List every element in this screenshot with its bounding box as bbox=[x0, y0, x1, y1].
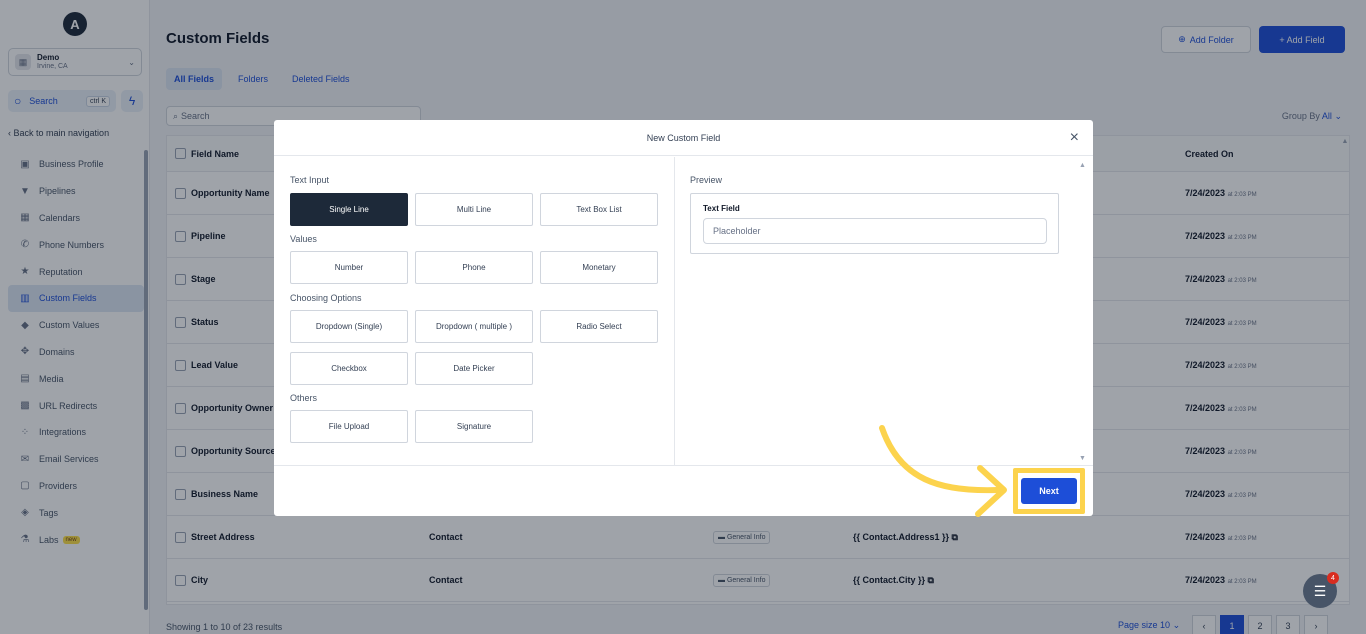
option-radio-select[interactable]: Radio Select bbox=[540, 310, 658, 343]
preview-text-input: Placeholder bbox=[703, 218, 1047, 244]
option-file-upload[interactable]: File Upload bbox=[290, 410, 408, 443]
section-choosing-options: Choosing Options bbox=[290, 293, 362, 303]
preview-box: Text Field Placeholder bbox=[690, 193, 1059, 254]
modal-scrollbar[interactable]: ▲ ▼ bbox=[1079, 160, 1087, 462]
next-button[interactable]: Next bbox=[1021, 478, 1077, 504]
field-type-picker: Text Input Single Line Multi Line Text B… bbox=[274, 157, 674, 465]
section-values: Values bbox=[290, 234, 317, 244]
tutorial-arrow-icon bbox=[879, 425, 1007, 517]
chat-icon: ☰ bbox=[1313, 582, 1327, 599]
option-multi-line[interactable]: Multi Line bbox=[415, 193, 533, 226]
section-text-input: Text Input bbox=[290, 175, 330, 185]
option-text-box-list[interactable]: Text Box List bbox=[540, 193, 658, 226]
scroll-up-icon[interactable]: ▲ bbox=[1079, 162, 1086, 169]
modal-title: New Custom Field bbox=[646, 132, 721, 143]
preview-label: Preview bbox=[690, 175, 723, 185]
section-others: Others bbox=[290, 393, 318, 403]
chat-notification-badge: 4 bbox=[1327, 572, 1339, 584]
option-single-line[interactable]: Single Line bbox=[290, 193, 408, 226]
pane-divider bbox=[674, 157, 675, 465]
option-dropdown-single[interactable]: Dropdown (Single) bbox=[290, 310, 408, 343]
option-number[interactable]: Number bbox=[290, 251, 408, 284]
option-checkbox[interactable]: Checkbox bbox=[290, 352, 408, 385]
option-date-picker[interactable]: Date Picker bbox=[415, 352, 533, 385]
close-icon[interactable]: × bbox=[1070, 130, 1079, 146]
option-dropdown-multiple[interactable]: Dropdown ( multiple ) bbox=[415, 310, 533, 343]
option-phone[interactable]: Phone bbox=[415, 251, 533, 284]
option-monetary[interactable]: Monetary bbox=[540, 251, 658, 284]
modal-header: New Custom Field × bbox=[274, 120, 1093, 156]
preview-field-label: Text Field bbox=[703, 204, 740, 213]
scroll-down-icon[interactable]: ▼ bbox=[1079, 455, 1086, 462]
option-signature[interactable]: Signature bbox=[415, 410, 533, 443]
